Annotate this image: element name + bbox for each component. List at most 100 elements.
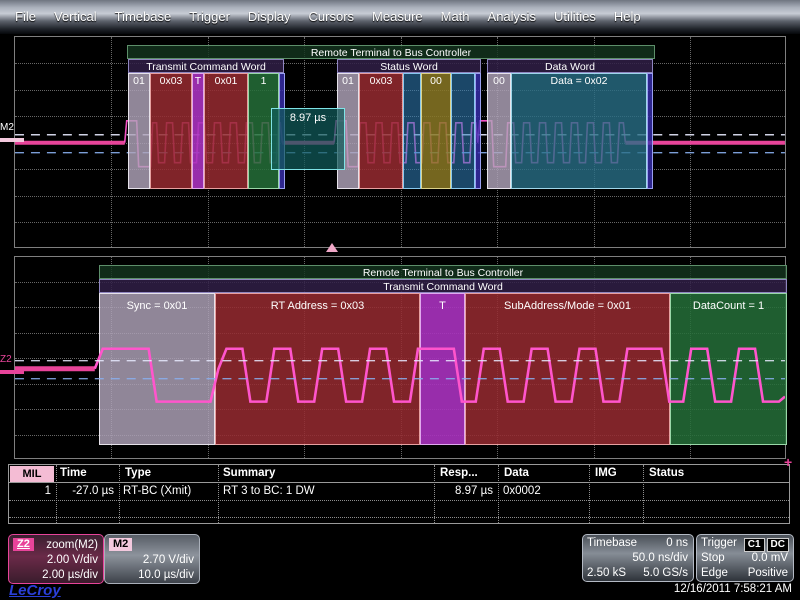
channel-marker-z2[interactable]: Z2 — [0, 354, 12, 365]
descriptor-trigger[interactable]: Trigger C1DC Stop 0.0 mV Edge Positive — [696, 534, 794, 582]
channel-marker-m2[interactable]: M2 — [0, 122, 14, 133]
col-header-time[interactable]: Time — [57, 465, 119, 482]
lecroy-logo[interactable]: LeCroy — [9, 582, 61, 599]
timestamp: 12/16/2011 7:58:21 AM — [674, 583, 792, 595]
proto-word-data-label: Data Word — [488, 62, 652, 73]
col-header-summary[interactable]: Summary — [220, 465, 420, 482]
zfield-tr-bit[interactable]: T — [420, 293, 465, 445]
proto-word-command[interactable]: Transmit Command Word — [128, 59, 284, 73]
timebase-title: Timebase — [587, 537, 637, 549]
proto-word-status-label: Status Word — [338, 62, 480, 73]
descriptor-m2-time: 10.0 µs/div — [138, 569, 194, 581]
channel-marker-z2-label: Z2 — [0, 354, 12, 365]
row-time: -27.0 µs — [56, 483, 118, 500]
row-summary: RT 3 to BC: 1 DW — [220, 483, 433, 500]
grid-bottom-z2[interactable]: Remote Terminal to Bus Controller Transm… — [14, 256, 786, 459]
proto-bottom-transaction-label: Remote Terminal to Bus Controller — [100, 268, 786, 279]
field-sts-address[interactable]: 0x03 — [359, 73, 403, 189]
zfield-tr-bit-label: T — [421, 301, 464, 312]
field-cmd-datacount-label: 1 — [249, 76, 278, 87]
menu-item-display[interactable]: Display — [239, 0, 300, 34]
grid-top-m2[interactable]: Remote Terminal to Bus Controller Transm… — [14, 36, 786, 248]
trigger-source-coupling: C1DC — [742, 538, 789, 552]
menu-item-file[interactable]: File — [6, 0, 45, 34]
zfield-sync[interactable]: Sync = 0x01 — [99, 293, 215, 445]
descriptor-m2-volts: 2.70 V/div — [143, 554, 194, 566]
zoom-region-marker-icon[interactable] — [326, 243, 338, 252]
response-time-measurement[interactable]: 8.97 µs — [271, 108, 345, 170]
proto-bottom-word[interactable]: Transmit Command Word — [99, 279, 787, 293]
proto-word-data[interactable]: Data Word — [487, 59, 653, 73]
zfield-rt-address-label: RT Address = 0x03 — [216, 301, 419, 312]
trigger-coupling-chip[interactable]: DC — [767, 538, 789, 552]
trigger-type: Edge — [701, 567, 728, 579]
zfield-rt-address[interactable]: RT Address = 0x03 — [215, 293, 420, 445]
menu-item-analysis[interactable]: Analysis — [479, 0, 545, 34]
proto-top-transaction-label: Remote Terminal to Bus Controller — [128, 48, 654, 59]
proto-word-command-label: Transmit Command Word — [129, 62, 283, 73]
proto-word-status[interactable]: Status Word — [337, 59, 481, 73]
field-sts-address-label: 0x03 — [360, 76, 402, 87]
menu-item-vertical[interactable]: Vertical — [45, 0, 106, 34]
zfield-datacount[interactable]: DataCount = 1 — [670, 293, 787, 445]
menu-item-utilities[interactable]: Utilities — [545, 0, 605, 34]
trigger-state: Stop — [701, 552, 725, 564]
field-sts-parity[interactable] — [475, 73, 481, 189]
response-time-value: 8.97 µs — [272, 113, 344, 124]
timebase-samples: 2.50 kS — [587, 567, 626, 579]
menu-item-help[interactable]: Help — [605, 0, 650, 34]
timebase-rate: 5.0 GS/s — [643, 567, 688, 579]
proto-top-transaction[interactable]: Remote Terminal to Bus Controller — [127, 45, 655, 59]
field-cmd-tr-bit-label: T — [193, 76, 203, 87]
descriptor-z2-tag: Z2 — [13, 538, 34, 551]
timebase-offset: 0 ns — [666, 537, 688, 549]
menu-item-measure[interactable]: Measure — [363, 0, 432, 34]
menu-item-cursors[interactable]: Cursors — [300, 0, 364, 34]
descriptor-z2-volts: 2.00 V/div — [47, 554, 98, 566]
decode-table-header: MIL 1553 Time Type Summary Resp... Data … — [9, 465, 789, 483]
decode-protocol-badge: MIL 1553 — [10, 466, 54, 482]
field-sts-bits-b[interactable] — [451, 73, 475, 189]
row-response: 8.97 µs — [435, 483, 497, 500]
field-cmd-sync[interactable]: 01 — [128, 73, 150, 189]
col-header-status[interactable]: Status — [646, 465, 746, 482]
field-sts-code[interactable]: 00 — [421, 73, 451, 189]
menu-item-math[interactable]: Math — [432, 0, 479, 34]
menu-bar: File Vertical Timebase Trigger Display C… — [0, 0, 800, 34]
zfield-datacount-label: DataCount = 1 — [671, 301, 786, 312]
proto-bottom-transaction[interactable]: Remote Terminal to Bus Controller — [99, 265, 787, 279]
col-header-img[interactable]: IMG — [592, 465, 642, 482]
descriptor-z2-time: 2.00 µs/div — [42, 569, 98, 581]
zfield-subaddress-label: SubAddress/Mode = 0x01 — [466, 301, 669, 312]
zfield-subaddress[interactable]: SubAddress/Mode = 0x01 — [465, 293, 670, 445]
field-cmd-subaddress-label: 0x01 — [205, 76, 247, 87]
field-cmd-tr-bit[interactable]: T — [192, 73, 204, 189]
descriptor-z2[interactable]: Z2 zoom(M2) 2.00 V/div 2.00 µs/div — [8, 534, 104, 584]
field-cmd-address-label: 0x03 — [151, 76, 191, 87]
field-sts-bits-a[interactable] — [403, 73, 421, 189]
field-cmd-address[interactable]: 0x03 — [150, 73, 192, 189]
descriptor-m2[interactable]: M2 2.70 V/div 10.0 µs/div — [104, 534, 200, 584]
field-cmd-subaddress[interactable]: 0x01 — [204, 73, 248, 189]
channel-marker-m2-label: M2 — [0, 122, 14, 133]
trigger-source-chip[interactable]: C1 — [744, 538, 765, 552]
field-data-parity[interactable] — [647, 73, 653, 189]
zfield-sync-label: Sync = 0x01 — [100, 301, 214, 312]
decode-table[interactable]: MIL 1553 Time Type Summary Resp... Data … — [8, 464, 790, 524]
field-data-value[interactable]: Data = 0x02 — [511, 73, 647, 189]
field-cmd-sync-label: 01 — [129, 76, 149, 87]
trigger-title: Trigger — [701, 537, 737, 549]
menu-item-timebase[interactable]: Timebase — [106, 0, 181, 34]
menu-item-trigger[interactable]: Trigger — [180, 0, 239, 34]
field-data-sync[interactable]: 00 — [487, 73, 511, 189]
waveform-area: Remote Terminal to Bus Controller Transm… — [0, 34, 800, 459]
col-header-response[interactable]: Resp... — [437, 465, 497, 482]
col-header-type[interactable]: Type — [122, 465, 212, 482]
field-sts-code-label: 00 — [422, 76, 450, 87]
timebase-scale: 50.0 ns/div — [632, 552, 688, 564]
field-sts-sync-label: 01 — [338, 76, 358, 87]
descriptor-m2-tag: M2 — [109, 538, 132, 551]
scroll-marker-icon[interactable]: + — [784, 455, 792, 469]
descriptor-timebase[interactable]: Timebase 0 ns 50.0 ns/div 2.50 kS 5.0 GS… — [582, 534, 694, 582]
trigger-level: 0.0 mV — [752, 552, 788, 564]
